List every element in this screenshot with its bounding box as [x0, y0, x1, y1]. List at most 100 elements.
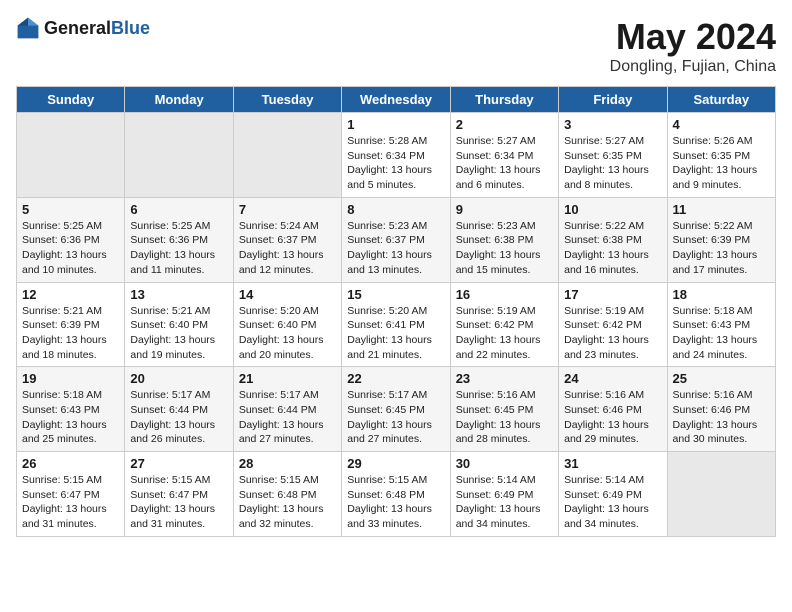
- day-number: 31: [564, 456, 661, 471]
- table-row: 1 Sunrise: 5:28 AMSunset: 6:34 PMDaylight…: [342, 113, 450, 198]
- logo: GeneralBlue: [16, 16, 150, 40]
- table-row: 10Sunrise: 5:22 AMSunset: 6:38 PMDayligh…: [559, 197, 667, 282]
- day-info: Sunrise: 5:17 AMSunset: 6:44 PMDaylight:…: [130, 388, 227, 447]
- day-info: Sunrise: 5:27 AMSunset: 6:34 PMDaylight:…: [456, 134, 553, 193]
- table-row: [233, 113, 341, 198]
- table-row: 22 Sunrise: 5:17 AMSunset: 6:45 PMDayligh…: [342, 367, 450, 452]
- table-row: 18 Sunrise: 5:18 AMSunset: 6:43 PMDayligh…: [667, 282, 775, 367]
- header-wednesday: Wednesday: [342, 87, 450, 113]
- day-number: 4: [673, 117, 770, 132]
- day-info: Sunrise: 5:18 AMSunset: 6:43 PMDaylight:…: [673, 304, 770, 363]
- day-info: Sunrise: 5:22 AMSunset: 6:38 PMDaylight:…: [564, 219, 661, 278]
- day-info: Sunrise: 5:16 AMSunset: 6:45 PMDaylight:…: [456, 388, 553, 447]
- table-row: 19 Sunrise: 5:18 AMSunset: 6:43 PMDayligh…: [17, 367, 125, 452]
- table-row: 11Sunrise: 5:22 AMSunset: 6:39 PMDayligh…: [667, 197, 775, 282]
- table-row: 15 Sunrise: 5:20 AMSunset: 6:41 PMDayligh…: [342, 282, 450, 367]
- day-number: 9: [456, 202, 553, 217]
- table-row: 29 Sunrise: 5:15 AMSunset: 6:48 PMDayligh…: [342, 452, 450, 537]
- day-number: 29: [347, 456, 444, 471]
- table-row: 4Sunrise: 5:26 AMSunset: 6:35 PMDaylight…: [667, 113, 775, 198]
- table-row: 16 Sunrise: 5:19 AMSunset: 6:42 PMDayligh…: [450, 282, 558, 367]
- table-row: 26Sunrise: 5:15 AMSunset: 6:47 PMDayligh…: [17, 452, 125, 537]
- day-info: Sunrise: 5:14 AMSunset: 6:49 PMDaylight:…: [456, 473, 553, 532]
- table-row: [17, 113, 125, 198]
- calendar-week-row: 1 Sunrise: 5:28 AMSunset: 6:34 PMDaylight…: [17, 113, 776, 198]
- day-number: 3: [564, 117, 661, 132]
- day-number: 22: [347, 371, 444, 386]
- day-number: 5: [22, 202, 119, 217]
- header: GeneralBlue May 2024 Dongling, Fujian, C…: [16, 16, 776, 76]
- day-number: 2: [456, 117, 553, 132]
- day-info: Sunrise: 5:21 AMSunset: 6:40 PMDaylight:…: [130, 304, 227, 363]
- day-info: Sunrise: 5:25 AMSunset: 6:36 PMDaylight:…: [130, 219, 227, 278]
- table-row: 7Sunrise: 5:24 AMSunset: 6:37 PMDaylight…: [233, 197, 341, 282]
- table-row: 20 Sunrise: 5:17 AMSunset: 6:44 PMDayligh…: [125, 367, 233, 452]
- day-number: 16: [456, 287, 553, 302]
- day-number: 18: [673, 287, 770, 302]
- month-title: May 2024: [610, 16, 776, 58]
- day-info: Sunrise: 5:20 AMSunset: 6:40 PMDaylight:…: [239, 304, 336, 363]
- logo-blue: Blue: [111, 18, 150, 38]
- logo-icon: [16, 16, 40, 40]
- day-info: Sunrise: 5:19 AMSunset: 6:42 PMDaylight:…: [564, 304, 661, 363]
- header-monday: Monday: [125, 87, 233, 113]
- day-info: Sunrise: 5:19 AMSunset: 6:42 PMDaylight:…: [456, 304, 553, 363]
- table-row: 9Sunrise: 5:23 AMSunset: 6:38 PMDaylight…: [450, 197, 558, 282]
- day-number: 21: [239, 371, 336, 386]
- calendar-week-row: 26Sunrise: 5:15 AMSunset: 6:47 PMDayligh…: [17, 452, 776, 537]
- day-number: 27: [130, 456, 227, 471]
- day-number: 20: [130, 371, 227, 386]
- header-saturday: Saturday: [667, 87, 775, 113]
- table-row: 30 Sunrise: 5:14 AMSunset: 6:49 PMDayligh…: [450, 452, 558, 537]
- location-subtitle: Dongling, Fujian, China: [610, 58, 776, 76]
- day-number: 12: [22, 287, 119, 302]
- day-info: Sunrise: 5:28 AMSunset: 6:34 PMDaylight:…: [347, 134, 444, 193]
- day-info: Sunrise: 5:20 AMSunset: 6:41 PMDaylight:…: [347, 304, 444, 363]
- day-number: 25: [673, 371, 770, 386]
- table-row: 6 Sunrise: 5:25 AMSunset: 6:36 PMDaylight…: [125, 197, 233, 282]
- day-number: 23: [456, 371, 553, 386]
- calendar-table: Sunday Monday Tuesday Wednesday Thursday…: [16, 86, 776, 537]
- day-number: 7: [239, 202, 336, 217]
- table-row: 5 Sunrise: 5:25 AMSunset: 6:36 PMDaylight…: [17, 197, 125, 282]
- table-row: 13 Sunrise: 5:21 AMSunset: 6:40 PMDayligh…: [125, 282, 233, 367]
- day-number: 11: [673, 202, 770, 217]
- table-row: 14 Sunrise: 5:20 AMSunset: 6:40 PMDayligh…: [233, 282, 341, 367]
- day-info: Sunrise: 5:16 AMSunset: 6:46 PMDaylight:…: [564, 388, 661, 447]
- day-info: Sunrise: 5:15 AMSunset: 6:48 PMDaylight:…: [239, 473, 336, 532]
- day-info: Sunrise: 5:18 AMSunset: 6:43 PMDaylight:…: [22, 388, 119, 447]
- day-number: 28: [239, 456, 336, 471]
- days-header-row: Sunday Monday Tuesday Wednesday Thursday…: [17, 87, 776, 113]
- table-row: 31 Sunrise: 5:14 AMSunset: 6:49 PMDayligh…: [559, 452, 667, 537]
- logo-general: General: [44, 18, 111, 38]
- table-row: 21Sunrise: 5:17 AMSunset: 6:44 PMDayligh…: [233, 367, 341, 452]
- day-number: 17: [564, 287, 661, 302]
- day-number: 6: [130, 202, 227, 217]
- day-number: 24: [564, 371, 661, 386]
- day-info: Sunrise: 5:25 AMSunset: 6:36 PMDaylight:…: [22, 219, 119, 278]
- day-number: 30: [456, 456, 553, 471]
- header-thursday: Thursday: [450, 87, 558, 113]
- day-number: 15: [347, 287, 444, 302]
- table-row: [667, 452, 775, 537]
- day-info: Sunrise: 5:15 AMSunset: 6:47 PMDaylight:…: [22, 473, 119, 532]
- header-sunday: Sunday: [17, 87, 125, 113]
- day-number: 13: [130, 287, 227, 302]
- header-friday: Friday: [559, 87, 667, 113]
- day-number: 19: [22, 371, 119, 386]
- table-row: 8 Sunrise: 5:23 AMSunset: 6:37 PMDaylight…: [342, 197, 450, 282]
- day-info: Sunrise: 5:23 AMSunset: 6:37 PMDaylight:…: [347, 219, 444, 278]
- day-info: Sunrise: 5:14 AMSunset: 6:49 PMDaylight:…: [564, 473, 661, 532]
- day-number: 14: [239, 287, 336, 302]
- table-row: 17 Sunrise: 5:19 AMSunset: 6:42 PMDayligh…: [559, 282, 667, 367]
- day-info: Sunrise: 5:15 AMSunset: 6:48 PMDaylight:…: [347, 473, 444, 532]
- day-info: Sunrise: 5:17 AMSunset: 6:45 PMDaylight:…: [347, 388, 444, 447]
- day-number: 8: [347, 202, 444, 217]
- title-area: May 2024 Dongling, Fujian, China: [610, 16, 776, 76]
- calendar-week-row: 19 Sunrise: 5:18 AMSunset: 6:43 PMDayligh…: [17, 367, 776, 452]
- table-row: 25Sunrise: 5:16 AMSunset: 6:46 PMDayligh…: [667, 367, 775, 452]
- calendar-body: 1 Sunrise: 5:28 AMSunset: 6:34 PMDaylight…: [17, 113, 776, 537]
- table-row: 23 Sunrise: 5:16 AMSunset: 6:45 PMDayligh…: [450, 367, 558, 452]
- day-info: Sunrise: 5:21 AMSunset: 6:39 PMDaylight:…: [22, 304, 119, 363]
- day-number: 1: [347, 117, 444, 132]
